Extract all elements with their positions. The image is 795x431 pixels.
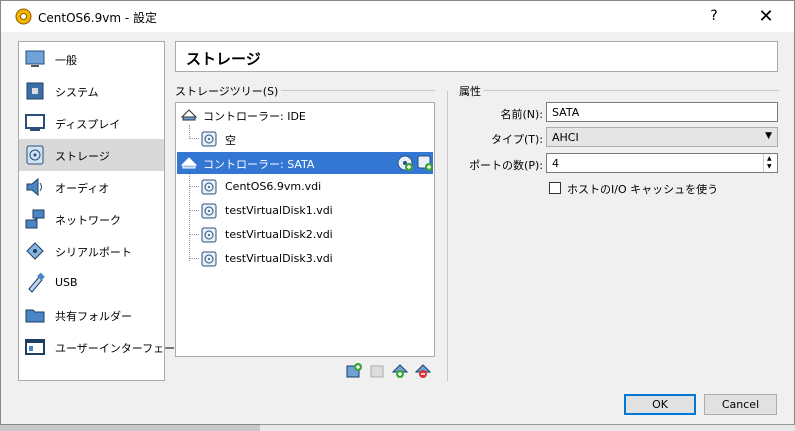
chevron-down-icon: ▼ bbox=[765, 131, 772, 141]
hard-disk-icon bbox=[201, 179, 217, 195]
tree-controller-ide[interactable]: コントローラー: IDE bbox=[177, 104, 433, 126]
host-io-cache-checkbox[interactable] bbox=[549, 182, 561, 194]
settings-window: CentOS6.9vm - 設定 ? ✕ 一般 システム ディスプレイ ストレー… bbox=[0, 0, 795, 425]
hard-disk-icon bbox=[201, 203, 217, 219]
tree-device-row[interactable]: CentOS6.9vm.vdi bbox=[177, 176, 433, 198]
hard-disk-icon bbox=[201, 251, 217, 267]
sidebar-item-label: ディスプレイ bbox=[55, 118, 121, 131]
port-count-label: ポートの数(P): bbox=[469, 159, 543, 172]
display-icon bbox=[25, 114, 45, 131]
name-field[interactable]: SATA bbox=[546, 102, 778, 122]
port-count-stepper[interactable]: 4 ▲ ▼ bbox=[546, 153, 778, 173]
add-hard-disk-icon[interactable] bbox=[417, 155, 433, 171]
tree-device-row[interactable]: testVirtualDisk1.vdi bbox=[177, 200, 433, 222]
storage-tree[interactable]: コントローラー: IDE CentOS6.9vm.vdi 空 コントローラー: … bbox=[175, 102, 435, 357]
system-icon bbox=[26, 82, 44, 100]
title-bar: CentOS6.9vm - 設定 ? ✕ bbox=[1, 1, 794, 32]
tree-controller-sata[interactable]: コントローラー: SATA bbox=[177, 152, 433, 174]
ok-button[interactable]: OK bbox=[624, 394, 696, 415]
sidebar-item-label: 共有フォルダー bbox=[55, 310, 132, 323]
tree-item-label: testVirtualDisk2.vdi bbox=[225, 228, 333, 241]
type-select[interactable]: AHCI ▼ bbox=[546, 127, 778, 147]
user-interface-icon bbox=[25, 339, 45, 355]
storage-icon bbox=[26, 145, 44, 165]
shared-folder-icon bbox=[25, 309, 45, 323]
tree-device-row[interactable]: testVirtualDisk2.vdi bbox=[177, 224, 433, 246]
cancel-button[interactable]: Cancel bbox=[704, 394, 777, 415]
type-label: タイプ(T): bbox=[490, 133, 543, 146]
help-button[interactable]: ? bbox=[694, 1, 734, 32]
tree-item-label: 空 bbox=[225, 134, 236, 147]
tree-item-label: コントローラー: SATA bbox=[203, 158, 315, 171]
page-title: ストレージ bbox=[186, 50, 261, 68]
background-window-edge bbox=[260, 424, 795, 431]
sidebar-item-audio[interactable]: オーディオ bbox=[19, 171, 164, 203]
close-button[interactable]: ✕ bbox=[746, 1, 786, 32]
remove-controller-icon[interactable] bbox=[369, 363, 385, 379]
sidebar-item-label: 一般 bbox=[55, 54, 77, 67]
sidebar-item-label: ストレージ bbox=[55, 150, 110, 163]
general-icon bbox=[25, 50, 45, 67]
settings-sidebar: 一般 システム ディスプレイ ストレージ オーディオ ネットワーク シリアルポー… bbox=[18, 41, 186, 381]
sidebar-item-network[interactable]: ネットワーク bbox=[19, 203, 164, 235]
usb-icon bbox=[28, 272, 45, 293]
sidebar-item-shared-folders[interactable]: 共有フォルダー bbox=[19, 299, 164, 331]
host-io-cache-label[interactable]: ホストのI/O キャッシュを使う bbox=[567, 181, 718, 197]
panel-separator bbox=[447, 91, 448, 381]
tree-item-label: コントローラー: IDE bbox=[203, 110, 306, 123]
controller-icon bbox=[181, 157, 197, 169]
sidebar-item-label: ユーザーインターフェース bbox=[55, 342, 186, 355]
sidebar-item-storage[interactable]: ストレージ bbox=[19, 139, 164, 171]
sidebar-item-label: ネットワーク bbox=[55, 214, 121, 227]
tree-device-row[interactable]: CentOS6.9vm.vdi 空 bbox=[177, 128, 433, 150]
sidebar-item-system[interactable]: システム bbox=[19, 75, 164, 107]
spin-down-icon[interactable]: ▼ bbox=[767, 164, 772, 170]
tree-item-label: CentOS6.9vm.vdi bbox=[225, 180, 322, 193]
serial-port-icon bbox=[26, 242, 44, 260]
remove-attachment-icon[interactable] bbox=[415, 363, 431, 379]
optical-disc-icon bbox=[201, 131, 217, 147]
add-controller-icon[interactable] bbox=[346, 363, 362, 379]
sidebar-item-label: シリアルポート bbox=[55, 246, 132, 259]
type-select-value: AHCI bbox=[552, 131, 579, 144]
add-attachment-icon[interactable] bbox=[392, 363, 408, 379]
add-optical-drive-icon[interactable] bbox=[397, 155, 413, 171]
name-label: 名前(N): bbox=[500, 108, 543, 121]
port-count-value: 4 bbox=[552, 157, 559, 170]
sidebar-item-display[interactable]: ディスプレイ bbox=[19, 107, 164, 139]
network-icon bbox=[25, 209, 45, 229]
sidebar-item-label: オーディオ bbox=[55, 182, 110, 195]
storage-tree-group-label: ストレージツリー(S) bbox=[175, 83, 282, 99]
audio-icon bbox=[26, 177, 42, 197]
tree-device-row[interactable]: testVirtualDisk3.vdi bbox=[177, 248, 433, 270]
window-title: CentOS6.9vm - 設定 bbox=[38, 11, 157, 25]
controller-icon bbox=[181, 109, 197, 121]
sidebar-item-user-interface[interactable]: ユーザーインターフェース bbox=[19, 331, 186, 363]
attributes-group-label: 属性 bbox=[459, 83, 484, 99]
sidebar-item-general[interactable]: 一般 bbox=[19, 43, 164, 75]
tree-item-label: testVirtualDisk3.vdi bbox=[225, 252, 333, 265]
sidebar-item-usb[interactable]: USB bbox=[19, 267, 164, 299]
sidebar-item-label: USB bbox=[55, 276, 78, 289]
name-field-value: SATA bbox=[552, 106, 580, 119]
attributes-group-line bbox=[459, 90, 779, 91]
sidebar-item-serial-port[interactable]: シリアルポート bbox=[19, 235, 164, 267]
sidebar-item-label: システム bbox=[55, 86, 99, 99]
spin-up-icon[interactable]: ▲ bbox=[767, 156, 772, 162]
page-title-box: ストレージ bbox=[175, 41, 778, 72]
tree-item-label: testVirtualDisk1.vdi bbox=[225, 204, 333, 217]
hard-disk-icon bbox=[201, 227, 217, 243]
virtualbox-app-icon bbox=[15, 8, 32, 25]
spin-buttons[interactable]: ▲ ▼ bbox=[763, 154, 777, 172]
